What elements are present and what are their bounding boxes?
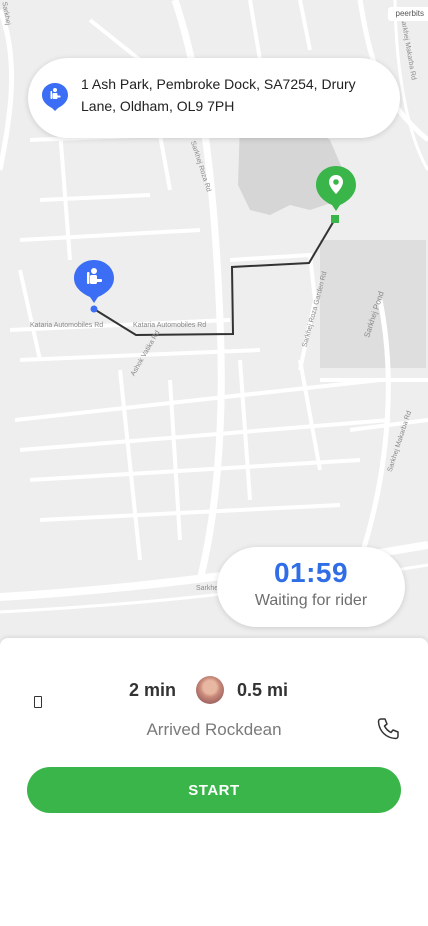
waiting-status: Waiting for rider xyxy=(254,592,368,609)
street-label: Kataria Automobiles Rd xyxy=(30,322,104,329)
rider-avatar xyxy=(196,676,224,704)
eta-value: 2 min xyxy=(129,680,177,700)
pickup-address-card[interactable]: 1 Ash Park, Pembroke Dock, SA7254, Drury… xyxy=(28,58,400,138)
rider-pickup-pin-icon[interactable] xyxy=(72,258,116,304)
phone-icon[interactable] xyxy=(375,716,401,742)
street-label: Kataria Automobiles Rd xyxy=(133,322,207,329)
trip-bottom-sheet: 2 min 0.5 mi Arrived Rockdean START xyxy=(0,638,428,926)
missing-glyph-icon[interactable] xyxy=(34,696,42,708)
street-label: Sarkhe xyxy=(196,585,219,592)
waiting-timer-card: 01:59 Waiting for rider xyxy=(217,547,405,627)
pickup-address: 1 Ash Park, Pembroke Dock, SA7254, Drury… xyxy=(81,76,356,114)
arrival-status: Arrived Rockdean xyxy=(146,720,282,739)
map-brand-label: peerbits xyxy=(387,7,428,21)
waiting-timer: 01:59 xyxy=(273,557,349,588)
distance-value: 0.5 mi xyxy=(237,680,289,700)
location-pin-icon[interactable] xyxy=(314,164,358,212)
start-trip-button[interactable]: START xyxy=(27,767,401,813)
rider-pickup-icon xyxy=(42,83,68,111)
